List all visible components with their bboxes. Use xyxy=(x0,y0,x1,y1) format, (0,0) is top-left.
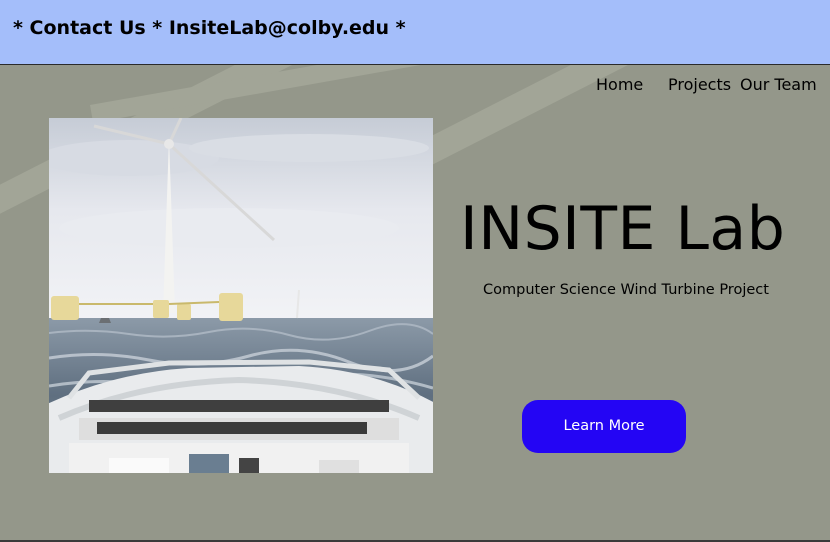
nav-our-team-link[interactable]: Our Team xyxy=(740,75,822,94)
contact-banner: * Contact Us * InsiteLab@colby.edu * xyxy=(0,0,830,65)
nav-projects-link[interactable]: Projects xyxy=(668,75,735,94)
wind-turbine-boat-image xyxy=(49,118,433,473)
page-subtitle: Computer Science Wind Turbine Project xyxy=(483,282,769,298)
nav-home-link[interactable]: Home xyxy=(596,75,664,94)
learn-more-button[interactable]: Learn More xyxy=(522,400,686,453)
contact-text: * Contact Us * InsiteLab@colby.edu * xyxy=(13,17,406,39)
page-title: INSITE Lab xyxy=(460,194,786,264)
